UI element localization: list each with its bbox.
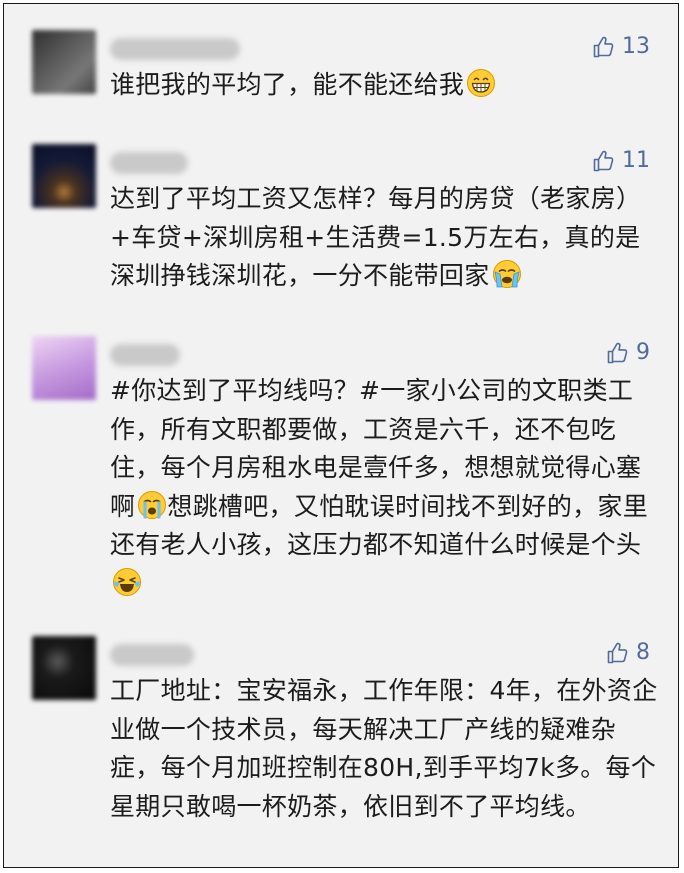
- thumbs-up-icon: [593, 150, 614, 172]
- crying-face-icon: [138, 490, 167, 519]
- comment-list: 13 谁把我的平均了，能不能还给我 11 达到了平均工资又怎样？每月的房贷（老家…: [3, 3, 679, 868]
- comment-item: 11 达到了平均工资又怎样？每月的房贷（老家房）+车贷+深圳房租+生活费=1.5…: [4, 144, 678, 304]
- like-count: 11: [622, 148, 650, 173]
- thumbs-up-icon: [607, 642, 628, 664]
- like-button[interactable]: 13: [592, 34, 650, 60]
- comment-text: 工厂地址：宝安福永，工作年限：4年，在外资企业做一个技术员，每天解决工厂产线的疑…: [110, 672, 662, 826]
- comment-body-continued: 想跳槽吧，又怕耽误时间找不到好的，家里还有老人小孩，这压力都不知道什么时候是个头: [110, 491, 649, 560]
- like-button[interactable]: 9: [606, 340, 650, 366]
- like-count: 13: [622, 34, 650, 59]
- avatar[interactable]: [32, 144, 96, 208]
- username-blurred[interactable]: [110, 644, 194, 666]
- username-blurred[interactable]: [110, 152, 188, 174]
- username-blurred[interactable]: [110, 344, 180, 366]
- comment-body: 工厂地址：宝安福永，工作年限：4年，在外资企业做一个技术员，每天解决工厂产线的疑…: [110, 676, 658, 821]
- comment-item: 9 #你达到了平均线吗？#一家小公司的文职类工作，所有文职都要做，工资是六千，还…: [4, 336, 678, 596]
- like-button[interactable]: 8: [606, 640, 650, 666]
- like-button[interactable]: 11: [592, 148, 650, 174]
- like-count: 8: [636, 640, 650, 665]
- loudly-crying-face-icon: [492, 260, 521, 288]
- avatar[interactable]: [32, 30, 96, 94]
- comment-text: 达到了平均工资又怎样？每月的房贷（老家房）+车贷+深圳房租+生活费=1.5万左右…: [110, 180, 662, 296]
- comment-body: 谁把我的平均了，能不能还给我: [110, 70, 465, 99]
- thumbs-up-icon: [593, 36, 614, 58]
- comment-text: 谁把我的平均了，能不能还给我: [110, 66, 662, 105]
- comment-body: 达到了平均工资又怎样？每月的房贷（老家房）+车贷+深圳房租+生活费=1.5万左右…: [110, 184, 642, 290]
- comment-text: #你达到了平均线吗？#一家小公司的文职类工作，所有文职都要做，工资是六千，还不包…: [110, 372, 662, 603]
- grinning-face-icon: [467, 69, 496, 97]
- comment-item: 13 谁把我的平均了，能不能还给我: [4, 30, 678, 120]
- avatar[interactable]: [32, 636, 96, 700]
- tears-of-joy-face-icon: [113, 567, 141, 596]
- thumbs-up-icon: [607, 342, 628, 364]
- comment-item: 8 工厂地址：宝安福永，工作年限：4年，在外资企业做一个技术员，每天解决工厂产线…: [4, 636, 678, 856]
- like-count: 9: [636, 340, 650, 365]
- username-blurred[interactable]: [110, 38, 240, 60]
- avatar[interactable]: [32, 336, 96, 400]
